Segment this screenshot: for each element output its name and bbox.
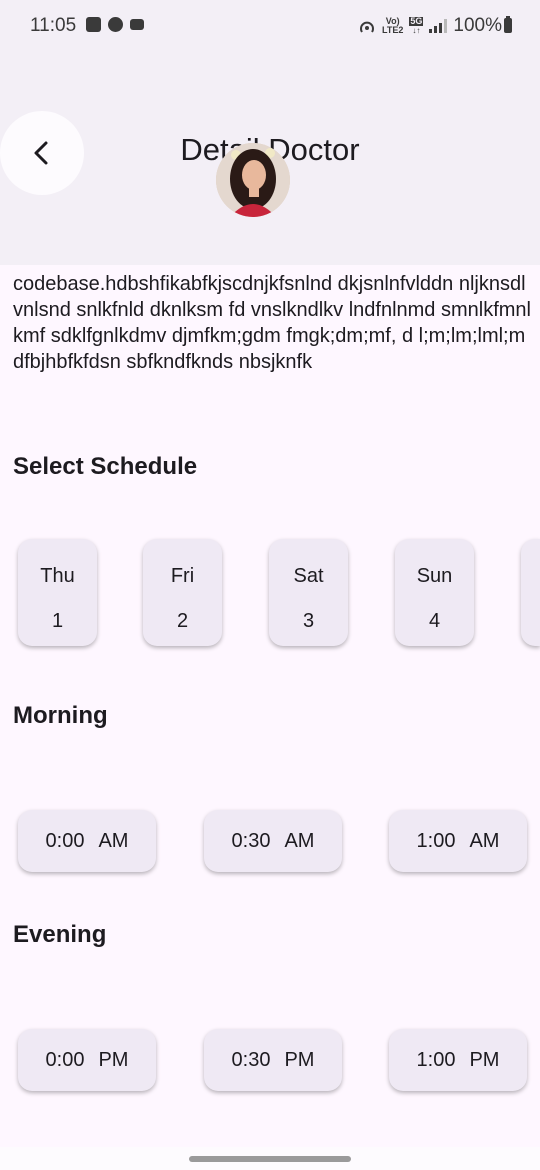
- day-name: Thu: [40, 565, 75, 587]
- slot-time: 1:00: [416, 829, 456, 852]
- slot-period: PM: [284, 1048, 315, 1071]
- slot-period: AM: [284, 829, 315, 852]
- slot-time: 0:30: [231, 1048, 271, 1071]
- day-name: Sun: [416, 565, 453, 587]
- day-date: 1: [51, 610, 64, 632]
- time-slot-chip[interactable]: 0:00 PM: [18, 1029, 156, 1091]
- day-date: 4: [428, 610, 441, 632]
- day-card[interactable]: Sun 4: [395, 539, 474, 646]
- time-slot-chip[interactable]: 0:00 AM: [18, 810, 156, 872]
- battery-icon: [504, 16, 512, 33]
- select-schedule-title: Select Schedule: [13, 453, 198, 480]
- video-icon: [130, 19, 144, 30]
- network-indicator: Vo) LTE2: [382, 16, 404, 35]
- time-slot-chip[interactable]: 0:30 AM: [204, 810, 342, 872]
- day-name: Sat: [293, 565, 324, 587]
- slot-time: 0:00: [45, 829, 85, 852]
- home-indicator[interactable]: [189, 1156, 351, 1162]
- fiveg-indicator: 5G ↓↑: [409, 16, 424, 35]
- notification-icons: [86, 17, 144, 32]
- slot-time: 0:30: [231, 829, 271, 852]
- slot-time: 0:00: [45, 1048, 85, 1071]
- doctor-avatar: [216, 143, 290, 217]
- status-time: 11:05: [30, 15, 77, 36]
- hotspot-icon: [360, 21, 375, 33]
- slot-time: 1:00: [416, 1048, 456, 1071]
- time-slot-chip[interactable]: 0:30 PM: [204, 1029, 342, 1091]
- slot-period: PM: [98, 1048, 129, 1071]
- image-icon: [86, 17, 101, 32]
- day-date: 3: [302, 610, 315, 632]
- battery-percentage: 100%: [453, 15, 502, 36]
- morning-title: Morning: [13, 702, 108, 729]
- status-right: Vo) LTE2 5G ↓↑ 100%: [358, 15, 502, 37]
- day-date: 2: [176, 610, 189, 632]
- signal-icon: [429, 19, 448, 33]
- time-slot-chip[interactable]: 1:00 AM: [389, 810, 527, 872]
- day-card[interactable]: Fri 2: [143, 539, 222, 646]
- slot-period: PM: [469, 1048, 500, 1071]
- day-card[interactable]: Sat 3: [269, 539, 348, 646]
- slot-period: AM: [98, 829, 129, 852]
- day-card-partial[interactable]: [521, 539, 540, 646]
- status-bar: 11:05 Vo) LTE2 5G ↓↑ 100%: [0, 0, 540, 52]
- time-slot-chip[interactable]: 1:00 PM: [389, 1029, 527, 1091]
- day-card[interactable]: Thu 1: [18, 539, 97, 646]
- doctor-description: codebase.hdbshfikabfkjscdnjkfsnlnd dkjsn…: [13, 273, 531, 373]
- evening-title: Evening: [13, 921, 107, 948]
- day-name: Fri: [170, 565, 195, 587]
- app-icon: [108, 17, 123, 32]
- slot-period: AM: [469, 829, 500, 852]
